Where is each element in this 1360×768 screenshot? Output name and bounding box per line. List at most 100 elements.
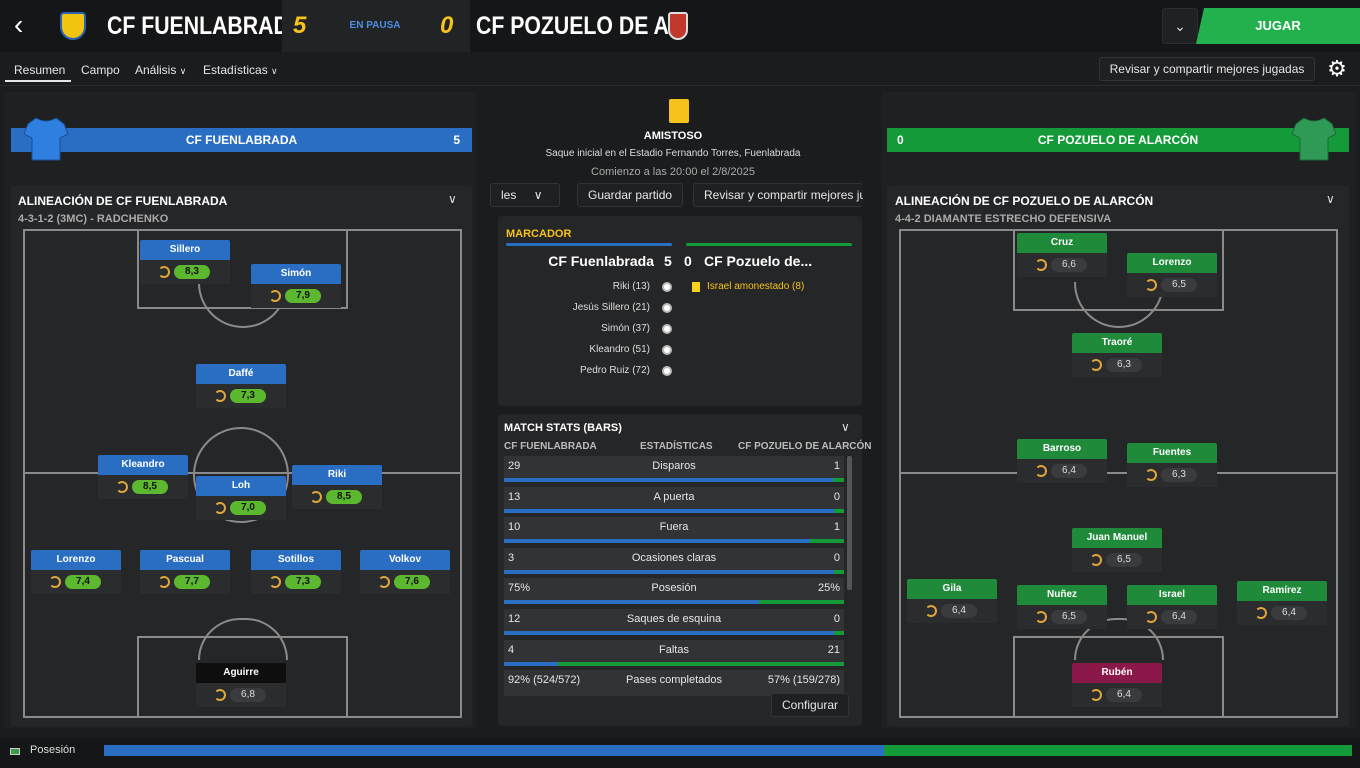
stat-bar-home	[504, 508, 834, 513]
player-rating: 6,5	[1051, 610, 1087, 624]
player-rating: 8,5	[132, 480, 168, 494]
tab-estadisticas[interactable]: Estadísticas ∨	[203, 63, 278, 77]
home-team-name: CF FUENLABRADA	[107, 12, 305, 40]
form-icon	[158, 576, 170, 588]
player-name: Israel	[1127, 585, 1217, 605]
chevron-down-icon[interactable]: ⌄	[1162, 8, 1198, 44]
home-player-card[interactable]: Lorenzo 7,4	[31, 550, 121, 594]
player-rating-box: 6,8	[196, 683, 286, 707]
chevron-down-icon[interactable]: ∨	[841, 420, 850, 434]
player-rating-box: 6,4	[1017, 459, 1107, 483]
player-rating-box: 7,4	[31, 570, 121, 594]
stat-row: Saques de esquina 12 0	[504, 609, 844, 635]
form-icon	[378, 576, 390, 588]
stat-bar	[504, 569, 844, 574]
home-player-card[interactable]: Aguirre 6,8	[196, 663, 286, 707]
player-name: Sillero	[140, 240, 230, 260]
player-rating-box: 6,5	[1017, 605, 1107, 629]
form-icon	[1035, 465, 1047, 477]
tab-resumen[interactable]: Resumen	[14, 63, 65, 77]
home-player-card[interactable]: Simón 7,9	[251, 264, 341, 308]
away-player-card[interactable]: Barroso 6,4	[1017, 439, 1107, 483]
home-player-card[interactable]: Volkov 7,6	[360, 550, 450, 594]
away-player-card[interactable]: Cruz 6,6	[1017, 233, 1107, 277]
player-rating: 6,8	[230, 688, 266, 702]
stat-label: Disparos	[652, 460, 696, 472]
partial-dropdown[interactable]: les ∨	[490, 183, 560, 207]
possession-home-fill	[104, 745, 884, 756]
stat-home-value: 92% (524/572)	[508, 674, 581, 687]
away-player-card[interactable]: Ramírez 6,4	[1237, 581, 1327, 625]
player-rating-box: 8,5	[292, 485, 382, 509]
away-player-card[interactable]: Traoré 6,3	[1072, 333, 1162, 377]
goal-ball-icon	[662, 366, 672, 376]
tab-campo[interactable]: Campo	[81, 63, 120, 77]
away-player-card[interactable]: Rubén 6,4	[1072, 663, 1162, 707]
stat-away-value: 0	[833, 551, 840, 564]
player-name: Loh	[196, 476, 286, 496]
back-arrow-icon[interactable]: ‹	[14, 11, 42, 40]
chevron-down-icon[interactable]: ∨	[448, 192, 457, 206]
stat-bar-home	[504, 631, 834, 635]
stat-bar	[504, 508, 844, 513]
form-icon	[269, 290, 281, 302]
gear-icon[interactable]: ⚙	[1324, 56, 1350, 82]
home-team-bar: CF FUENLABRADA 5	[11, 128, 472, 152]
player-rating-box: 6,5	[1127, 273, 1217, 297]
stat-row: Faltas 4 21	[504, 639, 844, 666]
away-player-card[interactable]: Israel 6,4	[1127, 585, 1217, 629]
home-player-card[interactable]: Loh 7,0	[196, 476, 286, 520]
away-crest-icon	[668, 12, 688, 40]
stat-bar	[504, 631, 844, 635]
home-player-card[interactable]: Kleandro 8,5	[98, 455, 188, 499]
away-color-strip	[686, 243, 852, 246]
venue-text: Saque inicial en el Estadio Fernando Tor…	[545, 148, 801, 159]
goal-ball-icon	[662, 324, 672, 334]
tab-analisis[interactable]: Análisis ∨	[135, 63, 186, 77]
home-player-card[interactable]: Sillero 8,3	[140, 240, 230, 284]
possession-bar	[104, 745, 1352, 756]
away-player-card[interactable]: Nuñez 6,5	[1017, 585, 1107, 629]
scoreboard-title: MARCADOR	[506, 228, 572, 240]
form-icon	[214, 390, 226, 402]
review-highlights-button[interactable]: Revisar y compartir mejores jugadas	[1099, 57, 1315, 81]
form-icon	[1145, 469, 1157, 481]
home-player-card[interactable]: Pascual 7,7	[140, 550, 230, 594]
save-match-button[interactable]: Guardar partido	[577, 183, 684, 207]
configure-button[interactable]: Configurar	[771, 693, 850, 717]
home-shirt-icon	[24, 117, 68, 161]
scorer-3: Simón (37)	[601, 323, 650, 334]
home-player-card[interactable]: Daffé 7,3	[196, 364, 286, 408]
away-player-card[interactable]: Gila 6,4	[907, 579, 997, 623]
stat-bar-home	[504, 600, 759, 605]
player-rating: 7,7	[174, 575, 210, 589]
player-rating-box: 8,3	[140, 260, 230, 284]
stat-row: Posesión 75% 25%	[504, 578, 844, 605]
player-name: Ramírez	[1237, 581, 1327, 601]
home-crest-icon	[60, 12, 86, 40]
form-icon	[214, 689, 226, 701]
away-player-card[interactable]: Lorenzo 6,5	[1127, 253, 1217, 297]
stat-away-value: 25%	[817, 582, 840, 595]
player-name: Simón	[251, 264, 341, 284]
play-button[interactable]: JUGAR	[1196, 8, 1360, 44]
player-name: Gila	[907, 579, 997, 599]
review-highlights-button-center[interactable]: Revisar y compartir mejores ju	[693, 183, 863, 207]
scoreboard-away-goals: 0	[684, 253, 692, 269]
home-player-card[interactable]: Riki 8,5	[292, 465, 382, 509]
player-rating-box: 7,0	[196, 496, 286, 520]
player-rating: 6,3	[1161, 468, 1197, 482]
scorer-1: Riki (13)	[612, 281, 650, 292]
away-player-card[interactable]: Juan Manuel 6,5	[1072, 528, 1162, 572]
stats-scrollbar[interactable]	[847, 456, 852, 590]
stat-home-value: 3	[508, 551, 515, 564]
form-icon	[214, 502, 226, 514]
player-name: Nuñez	[1017, 585, 1107, 605]
scorer-4: Kleandro (51)	[589, 344, 650, 355]
away-player-card[interactable]: Fuentes 6,3	[1127, 443, 1217, 487]
player-rating-box: 8,5	[98, 475, 188, 499]
chevron-down-icon[interactable]: ∨	[1326, 192, 1335, 206]
kickoff-text: Comienzo a las 20:00 el 2/8/2025	[591, 166, 755, 178]
stats-title: MATCH STATS (BARS)	[504, 422, 622, 434]
home-player-card[interactable]: Sotillos 7,3	[251, 550, 341, 594]
